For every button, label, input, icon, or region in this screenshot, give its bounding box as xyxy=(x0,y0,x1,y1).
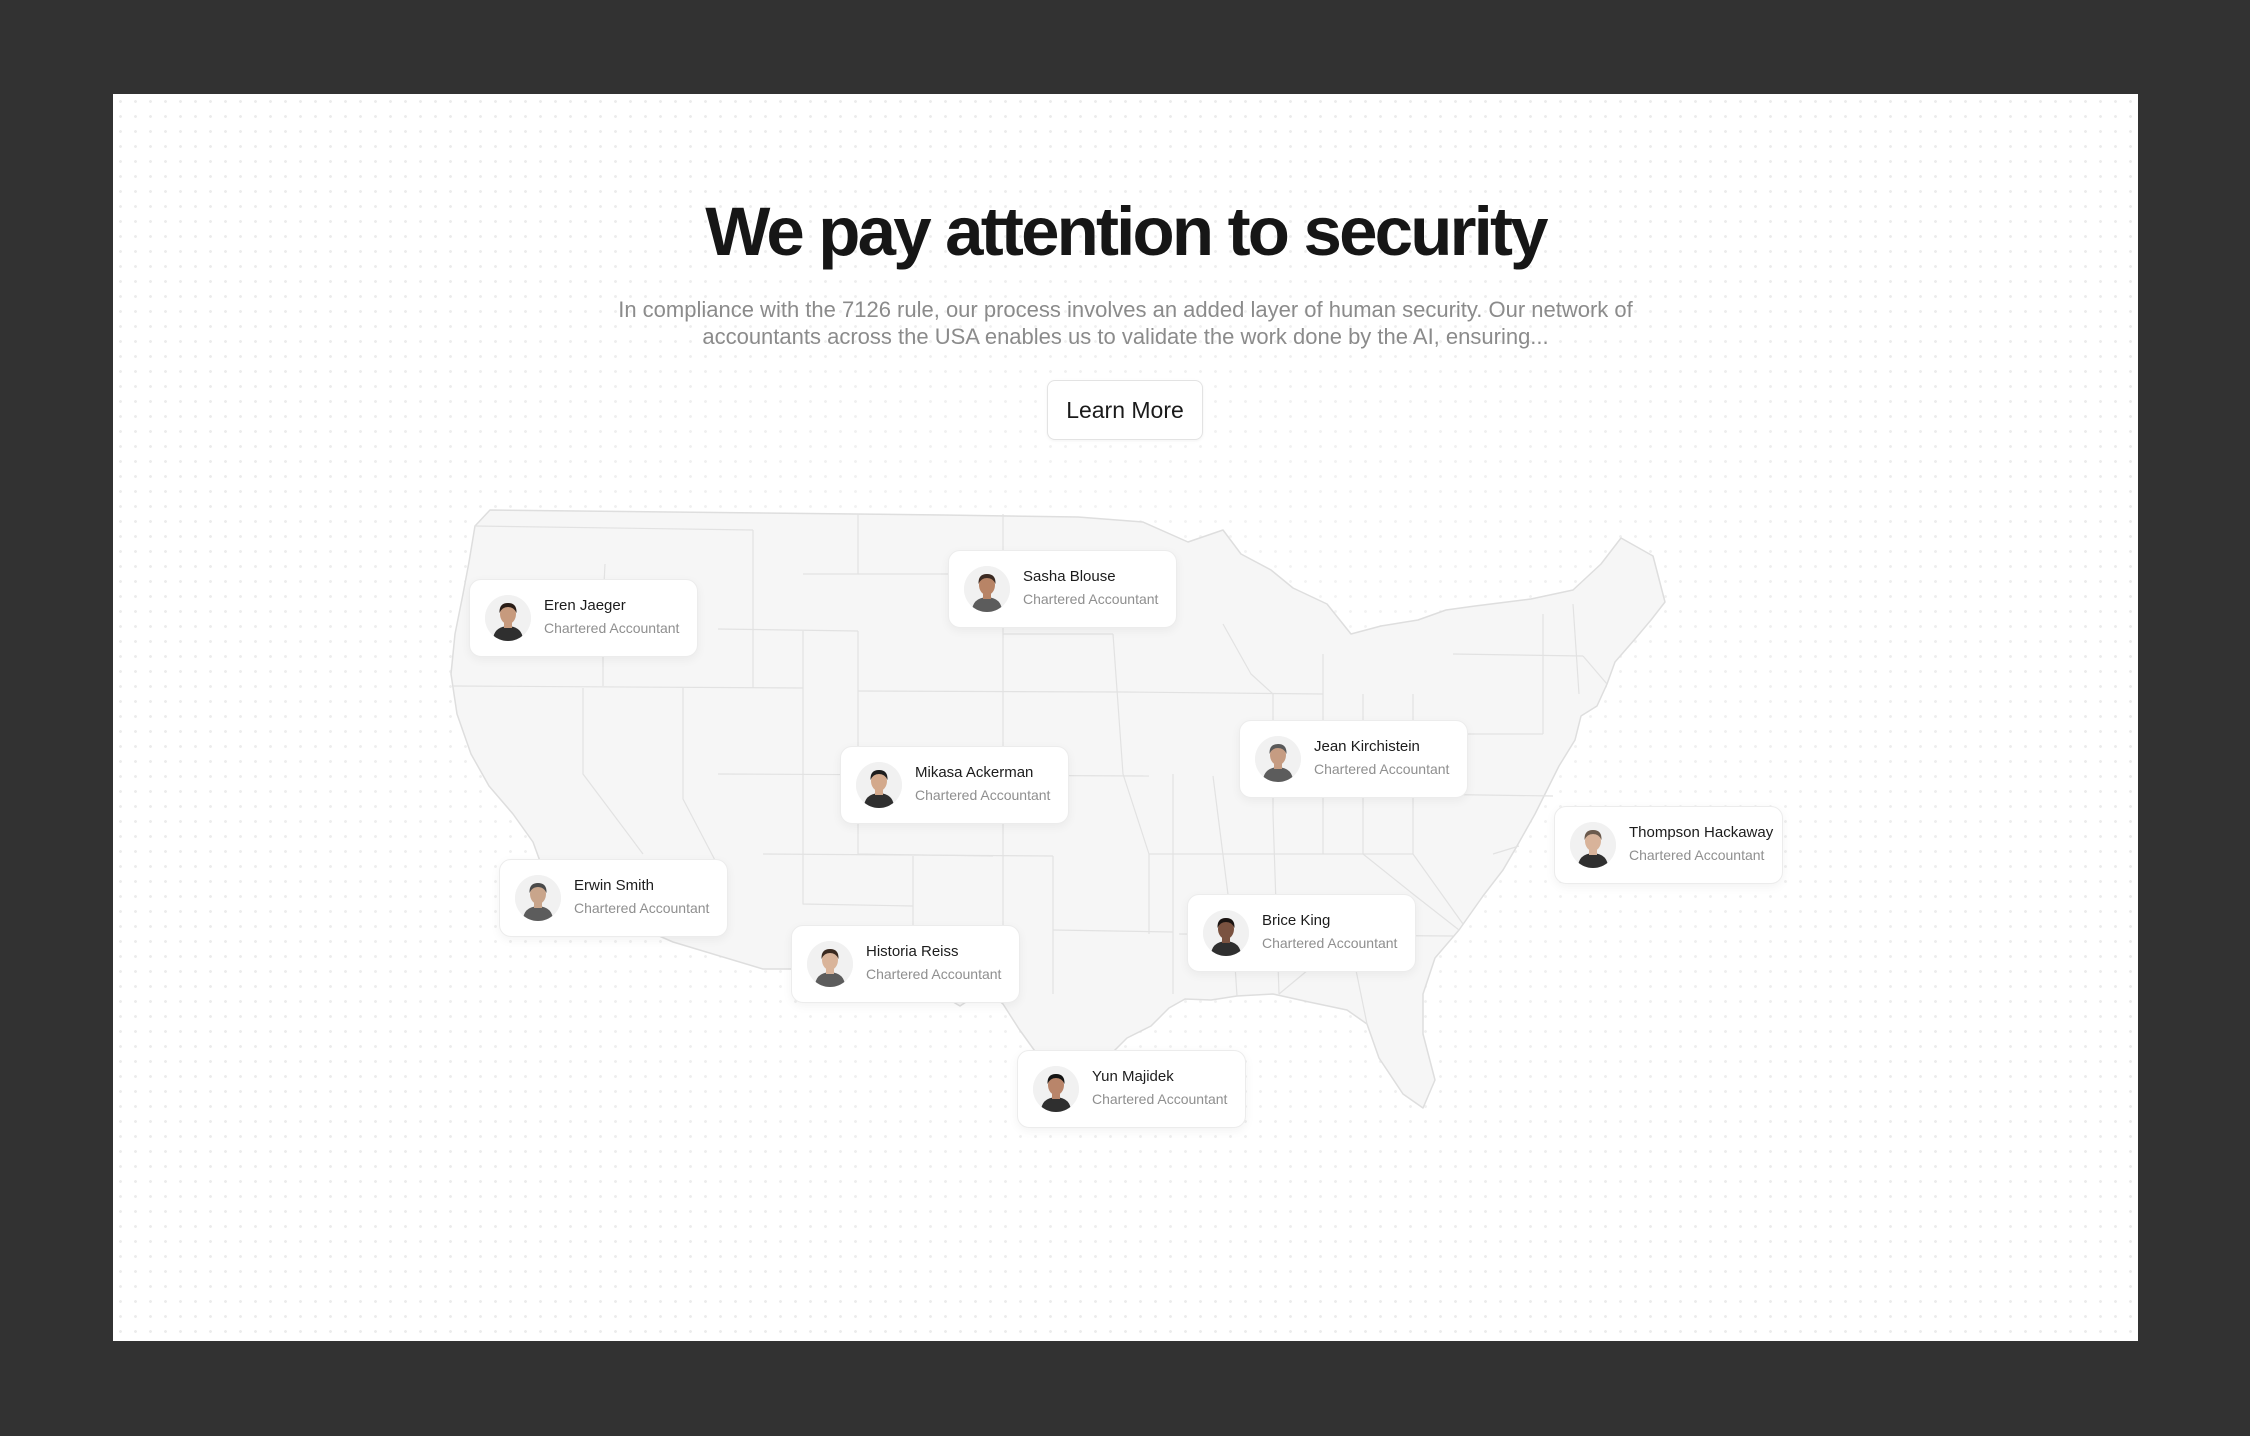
avatar xyxy=(1033,1066,1079,1112)
accountant-card[interactable]: Historia Reiss Chartered Accountant xyxy=(791,925,1020,1003)
accountant-name: Eren Jaeger xyxy=(544,597,626,614)
avatar xyxy=(1255,736,1301,782)
accountant-card[interactable]: Thompson Hackaway Chartered Accountant xyxy=(1554,806,1783,884)
accountant-card[interactable]: Mikasa Ackerman Chartered Accountant xyxy=(840,746,1069,824)
accountant-role: Chartered Accountant xyxy=(866,966,1002,982)
accountant-card[interactable]: Yun Majidek Chartered Accountant xyxy=(1017,1050,1246,1128)
accountant-name: Thompson Hackaway xyxy=(1629,824,1774,841)
accountant-role: Chartered Accountant xyxy=(1092,1091,1228,1107)
accountant-name: Erwin Smith xyxy=(574,877,655,894)
accountant-card[interactable]: Erwin Smith Chartered Accountant xyxy=(499,859,728,937)
accountant-name: Sasha Blouse xyxy=(1023,568,1116,585)
avatar xyxy=(856,762,902,808)
avatar xyxy=(807,941,853,987)
avatar xyxy=(485,595,531,641)
accountant-card[interactable]: Eren Jaeger Chartered Accountant xyxy=(469,579,698,657)
accountant-role: Chartered Accountant xyxy=(544,620,680,636)
usa-states-map xyxy=(450,509,1666,1109)
accountant-role: Chartered Accountant xyxy=(1262,935,1398,951)
accountant-name: Brice King xyxy=(1262,912,1331,929)
accountant-name: Historia Reiss xyxy=(866,943,959,960)
accountant-name: Jean Kirchistein xyxy=(1314,738,1420,755)
accountant-card[interactable]: Jean Kirchistein Chartered Accountant xyxy=(1239,720,1468,798)
avatar xyxy=(964,566,1010,612)
accountant-card[interactable]: Sasha Blouse Chartered Accountant xyxy=(948,550,1177,628)
accountant-card[interactable]: Brice King Chartered Accountant xyxy=(1187,894,1416,972)
security-section: We pay attention to security In complian… xyxy=(113,94,2138,1341)
accountant-role: Chartered Accountant xyxy=(574,900,710,916)
accountant-role: Chartered Accountant xyxy=(1023,591,1159,607)
accountant-name: Mikasa Ackerman xyxy=(915,764,1034,781)
avatar xyxy=(515,875,561,921)
accountant-role: Chartered Accountant xyxy=(1629,847,1765,863)
accountant-role: Chartered Accountant xyxy=(1314,761,1450,777)
avatar xyxy=(1570,822,1616,868)
accountant-name: Yun Majidek xyxy=(1092,1068,1174,1085)
avatar xyxy=(1203,910,1249,956)
accountant-role: Chartered Accountant xyxy=(915,787,1051,803)
